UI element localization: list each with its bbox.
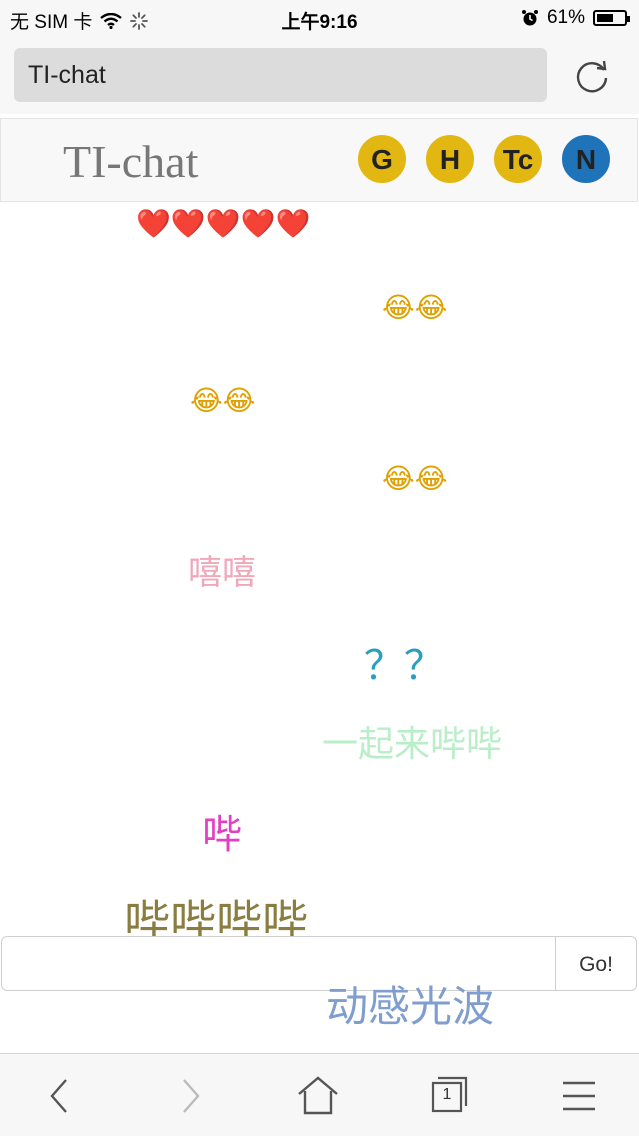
user-badge-tc[interactable]: Tc xyxy=(494,135,542,183)
browser-toolbar: 1 xyxy=(0,1053,639,1136)
message-input-row: Go! xyxy=(0,935,638,993)
chat-message: 😂😂 xyxy=(382,462,448,495)
battery-level xyxy=(597,14,613,22)
brand-title[interactable]: TI-chat xyxy=(63,135,198,188)
battery-icon xyxy=(593,10,630,26)
chat-message: 哔 xyxy=(202,812,242,858)
user-badge-g[interactable]: G xyxy=(358,135,406,183)
tabs-button[interactable]: 1 xyxy=(428,1074,472,1118)
back-icon[interactable] xyxy=(38,1074,82,1118)
user-badge-h[interactable]: H xyxy=(426,135,474,183)
tab-count: 1 xyxy=(442,1086,452,1103)
reload-icon[interactable] xyxy=(572,56,612,96)
go-button[interactable]: Go! xyxy=(556,936,637,991)
chat-message: ❤️❤️❤️❤️❤️ xyxy=(136,207,311,240)
chat-message: 嘻嘻 xyxy=(188,553,256,593)
menu-icon[interactable] xyxy=(557,1074,601,1118)
chat-message: 😂😂 xyxy=(190,384,256,417)
user-badge-n[interactable]: N xyxy=(562,135,610,183)
battery-percent: 61% xyxy=(546,7,585,28)
status-right: 61% xyxy=(521,7,630,29)
alarm-icon xyxy=(521,10,538,26)
url-field[interactable]: TI-chat xyxy=(14,48,547,102)
chat-message: 一起来哔哔 xyxy=(322,724,503,765)
home-icon[interactable] xyxy=(296,1074,340,1118)
chat-message: ？？ xyxy=(364,643,444,689)
forward-icon[interactable] xyxy=(168,1074,212,1118)
browser-address-bar: TI-chat xyxy=(0,36,639,114)
page-header: TI-chat G H Tc N xyxy=(0,118,638,202)
status-bar: 无 SIM 卡 上午9:16 61% xyxy=(0,0,639,36)
chat-message: 😂😂 xyxy=(382,291,448,324)
chat-message: 动感光波 xyxy=(326,982,495,1031)
